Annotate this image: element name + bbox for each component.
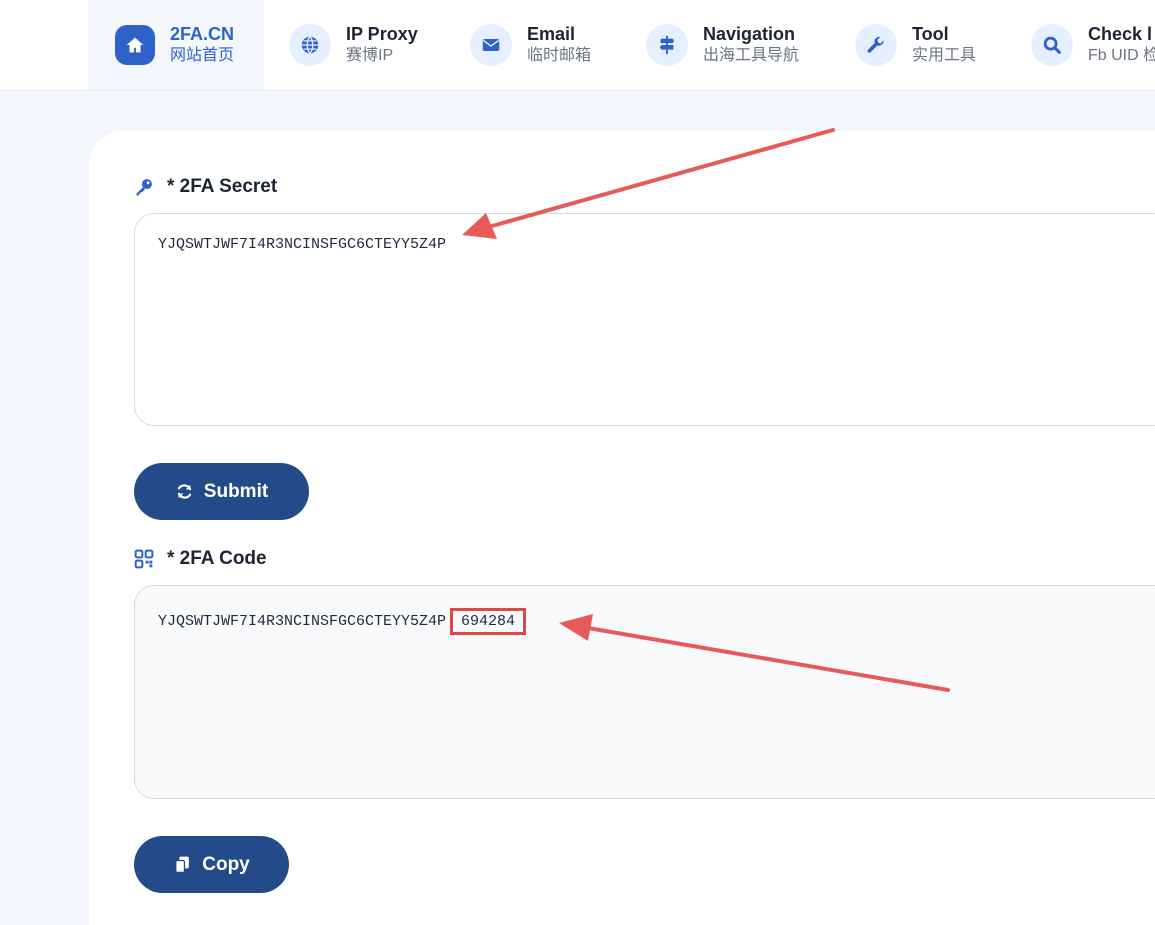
top-navigation: 2FA.CN 网站首页 IP Proxy 赛博IP Email 临时邮箱 Nav… <box>0 0 1155 91</box>
refresh-icon <box>177 484 191 499</box>
otp-code: 694284 <box>461 613 516 630</box>
wrench-icon <box>855 24 897 66</box>
nav-item-home[interactable]: 2FA.CN 网站首页 <box>88 0 264 90</box>
key-icon <box>136 179 152 196</box>
qrcode-icon <box>134 549 154 569</box>
copy-button-label: Copy <box>202 853 250 875</box>
nav-item-navigation[interactable]: Navigation 出海工具导航 <box>646 0 799 90</box>
code-label: * 2FA Code <box>134 548 267 570</box>
signpost-icon <box>646 24 688 66</box>
secret-label: * 2FA Secret <box>134 176 277 198</box>
nav-title: 2FA.CN <box>170 24 235 45</box>
otp-code-highlight: 694284 <box>450 608 527 635</box>
secret-input[interactable]: YJQSWTJWF7I4R3NCINSFGC6CTEYY5Z4P <box>134 213 1155 426</box>
nav-item-ip-proxy[interactable]: IP Proxy 赛博IP <box>289 0 418 90</box>
code-secret-echo: YJQSWTJWF7I4R3NCINSFGC6CTEYY5Z4P <box>158 613 447 630</box>
nav-subtitle: 临时邮箱 <box>527 47 592 65</box>
nav-title: Tool <box>912 24 949 45</box>
home-icon <box>115 25 155 65</box>
submit-button-label: Submit <box>203 480 269 502</box>
nav-subtitle: 赛博IP <box>346 47 394 65</box>
secret-label-text: * 2FA Secret <box>167 176 278 197</box>
copy-icon <box>175 856 190 874</box>
nav-subtitle: 出海工具导航 <box>703 47 800 65</box>
code-label-text: * 2FA Code <box>167 548 267 569</box>
nav-item-tool[interactable]: Tool 实用工具 <box>855 0 976 90</box>
nav-title: Navigation <box>703 24 796 45</box>
submit-button[interactable]: Submit <box>134 463 309 520</box>
nav-title: IP Proxy <box>346 24 418 45</box>
nav-title: Email <box>527 24 576 45</box>
envelope-icon <box>470 24 512 66</box>
nav-title: Check l <box>1088 24 1153 45</box>
nav-subtitle: 网站首页 <box>170 47 235 65</box>
globe-icon <box>289 24 331 66</box>
search-icon <box>1031 24 1073 66</box>
secret-value: YJQSWTJWF7I4R3NCINSFGC6CTEYY5Z4P <box>158 236 447 253</box>
code-output[interactable]: YJQSWTJWF7I4R3NCINSFGC6CTEYY5Z4P 694284 <box>134 585 1155 799</box>
nav-item-email[interactable]: Email 临时邮箱 <box>470 0 591 90</box>
nav-item-check[interactable]: Check l Fb UID 检 <box>1031 0 1155 90</box>
copy-button[interactable]: Copy <box>134 836 289 893</box>
nav-subtitle: Fb UID 检 <box>1088 47 1155 65</box>
nav-subtitle: 实用工具 <box>912 47 977 65</box>
